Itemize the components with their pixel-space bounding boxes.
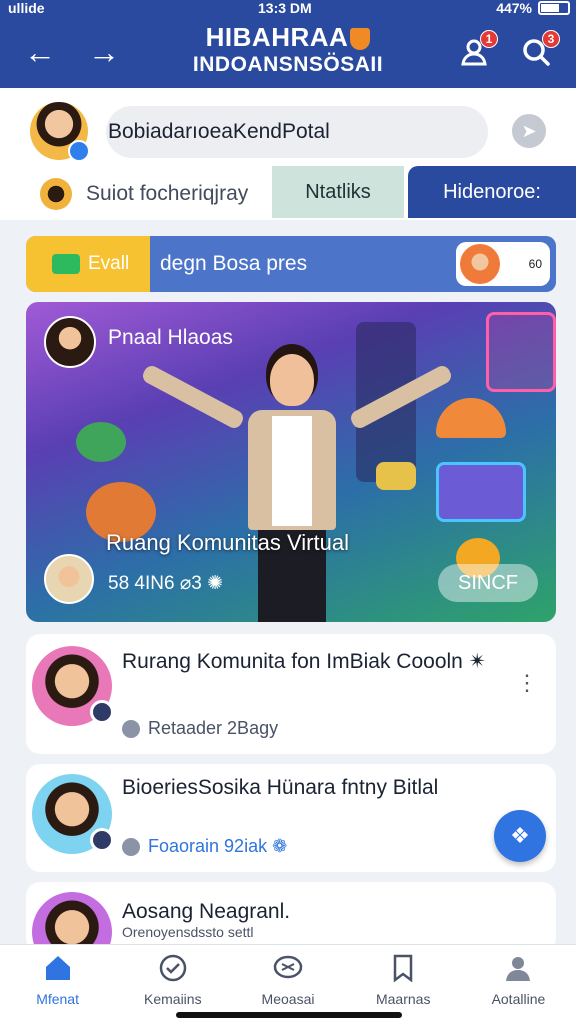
tree-decoration (76, 422, 126, 462)
notifications-badge: 1 (480, 30, 498, 48)
home-icon (43, 953, 73, 983)
compose-input[interactable]: BobiadarıoeaKendPotal (106, 106, 488, 158)
status-bar: ullide 13:3 DM 447% (0, 0, 576, 18)
box-decoration (376, 462, 416, 490)
room-stats: 58 4IN6 ⌀3 ✺ (108, 573, 224, 594)
chat-bubble-icon: ❖ (510, 823, 530, 848)
banner-right-chip[interactable]: 60 (456, 242, 550, 286)
shield-logo-icon (350, 28, 371, 51)
viewer-avatar[interactable] (44, 554, 94, 604)
compose-panel: BobiadarıoeaKendPotal ➤ Suiot focheriqjr… (0, 88, 576, 220)
verified-badge-icon (90, 828, 114, 852)
mushroom-decoration (436, 398, 506, 438)
banner-text: degn Bosa pres (160, 252, 308, 275)
banner-right-text: 60 (528, 257, 542, 271)
card-title: Aosang Neagranl. (122, 900, 291, 923)
card-meta-label: Foaorain 92iak ❁ (148, 836, 288, 856)
banner-avatar (460, 244, 500, 284)
list-item[interactable]: Rurang Komunita fon ImBiak Coooln ✴ Reta… (26, 634, 556, 754)
tab-hidenoroe[interactable]: Hidenoroe: (408, 166, 576, 218)
person-shirt (272, 416, 312, 526)
send-icon: ➤ (521, 120, 537, 141)
compose-status-label: Suiot focheriqjray (86, 182, 249, 205)
game-console-decoration (436, 462, 526, 522)
nav-label: Mfenat (36, 991, 79, 1007)
battery-icon (538, 1, 570, 15)
room-title: Ruang Komunitas Virtual (106, 530, 349, 555)
search-badge: 3 (542, 30, 560, 48)
send-button[interactable]: ➤ (512, 114, 546, 148)
search-button[interactable]: 3 (514, 30, 560, 74)
card-title: BioeriesSosika Hünara fntny Bitlal (122, 776, 439, 799)
list-item[interactable]: BioeriesSosika Hünara fntny Bitlal Foaor… (26, 764, 556, 872)
nav-label: Kemaiins (144, 991, 202, 1007)
more-options-button[interactable]: ⋮ (516, 672, 538, 694)
user-avatar[interactable] (30, 102, 90, 162)
clock-icon (122, 719, 140, 738)
nav-item-home[interactable]: Mfenat (0, 945, 115, 1024)
nav-label: Meoasai (261, 991, 315, 1007)
app-title-line1: HIBAHRAA (205, 22, 349, 52)
host-figure (222, 354, 362, 622)
chat-fab-button[interactable]: ❖ (494, 810, 546, 862)
clock-icon (122, 837, 140, 856)
community-avatar (32, 646, 114, 726)
home-indicator (176, 1012, 402, 1018)
tab-ntatliks[interactable]: Ntatliks (272, 166, 404, 218)
notifications-button[interactable]: 1 (452, 30, 498, 74)
join-room-button[interactable]: SINCF (438, 564, 538, 602)
app-title: HIBAHRAA INDOANSNSÖSAII (170, 24, 406, 75)
community-avatar (32, 892, 112, 952)
compose-status[interactable]: Suiot focheriqjray (40, 178, 248, 210)
arrow-left-icon: ← (24, 33, 56, 70)
card-meta: Foaorain 92iak ❁ (122, 836, 287, 857)
card-meta: Orenoyensdssto settl (122, 924, 254, 940)
forward-button[interactable]: → (82, 30, 126, 74)
nav-label: Aotalline (491, 991, 546, 1007)
bookmark-icon (388, 953, 418, 983)
promo-banner[interactable]: Evall degn Bosa pres 60 (26, 236, 556, 292)
banner-left: Evall (26, 236, 150, 292)
chat-icon (273, 953, 303, 983)
clock-label: 13:3 DM (258, 0, 312, 16)
mini-avatar (40, 178, 72, 210)
nav-item-profile[interactable]: Aotalline (461, 945, 576, 1024)
host-name: Pnaal Hlaoas (108, 326, 233, 349)
arrow-right-icon: → (88, 33, 120, 70)
battery-label: 447% (496, 0, 532, 16)
card-meta-label: Retaader 2Bagy (148, 718, 279, 738)
host-avatar[interactable] (44, 316, 96, 368)
person-head (270, 354, 314, 406)
list-item[interactable]: Aosang Neagranl. Orenoyensdssto settl (26, 882, 556, 952)
banner-left-label: Evall (88, 253, 130, 274)
checkmark-circle-icon (158, 953, 188, 983)
carrier-label: ullide (8, 0, 45, 16)
featured-room-card[interactable]: Pnaal Hlaoas Ruang Komunitas Virtual 58 … (26, 302, 556, 622)
video-camera-icon (52, 254, 80, 274)
verified-badge-icon (90, 700, 114, 724)
app-title-line2: INDOANSNSÖSAII (192, 53, 384, 77)
community-avatar (32, 774, 114, 854)
app-header: ullide 13:3 DM 447% ← → HIBAHRAA INDOANS… (0, 0, 576, 88)
nav-label: Maarnas (375, 991, 431, 1007)
card-title: Rurang Komunita fon ImBiak Coooln ✴ (122, 650, 487, 673)
neon-sign-decoration (486, 312, 556, 392)
back-button[interactable]: ← (18, 30, 62, 74)
verified-badge-icon (68, 140, 90, 162)
card-meta: Retaader 2Bagy (122, 718, 278, 739)
profile-icon (503, 953, 533, 983)
